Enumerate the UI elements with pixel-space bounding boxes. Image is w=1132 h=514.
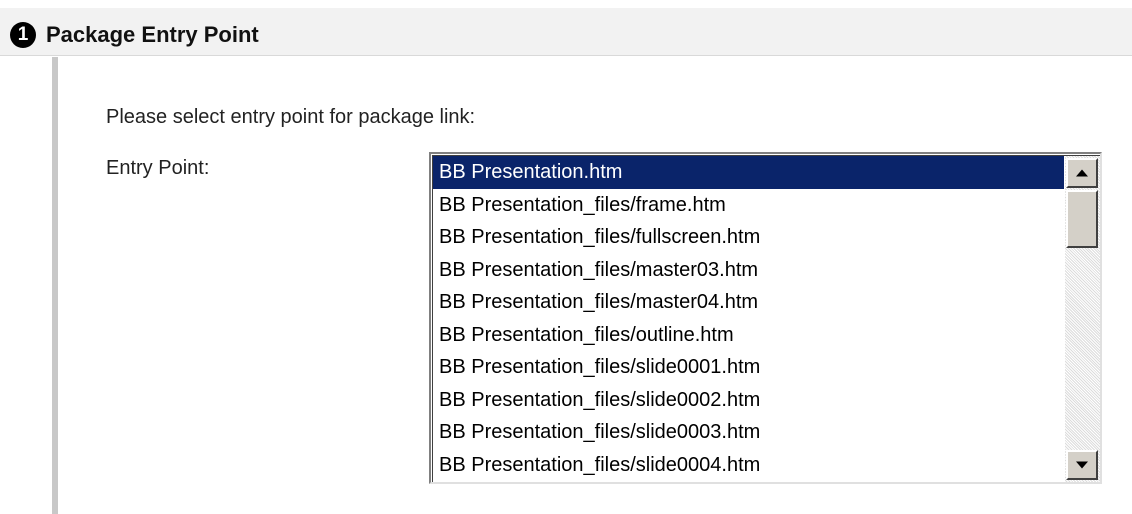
package-entry-point-page: 1 Package Entry Point Please select entr… xyxy=(0,0,1132,514)
step-header: 1 Package Entry Point xyxy=(0,8,1132,56)
list-item[interactable]: BB Presentation_files/slide0001.htm xyxy=(433,351,1064,384)
instruction-text: Please select entry point for package li… xyxy=(106,106,476,128)
list-item[interactable]: BB Presentation_files/frame.htm xyxy=(433,189,1064,222)
list-item[interactable]: BB Presentation_files/outline.htm xyxy=(433,319,1064,352)
list-item[interactable]: BB Presentation.htm xyxy=(433,156,1064,189)
list-item[interactable]: BB Presentation_files/master04.htm xyxy=(433,286,1064,319)
entry-point-listbox[interactable]: BB Presentation.htm BB Presentation_file… xyxy=(429,152,1102,484)
listbox-options: BB Presentation.htm BB Presentation_file… xyxy=(433,156,1064,482)
list-item[interactable]: BB Presentation_files/slide0002.htm xyxy=(433,384,1064,417)
step-rail xyxy=(52,57,58,514)
list-item[interactable]: BB Presentation_files/fullscreen.htm xyxy=(433,221,1064,254)
listbox-scrollbar[interactable] xyxy=(1065,156,1100,482)
scroll-down-button[interactable] xyxy=(1066,450,1098,480)
listbox-frame: BB Presentation.htm BB Presentation_file… xyxy=(432,155,1100,482)
scroll-up-arrow-icon xyxy=(1076,169,1088,177)
step-number-icon: 1 xyxy=(10,22,36,48)
scroll-thumb[interactable] xyxy=(1066,190,1098,248)
list-item[interactable]: BB Presentation_files/slide0004.htm xyxy=(433,449,1064,482)
scroll-up-button[interactable] xyxy=(1066,158,1098,188)
entry-point-label: Entry Point: xyxy=(106,157,210,179)
scroll-down-arrow-icon xyxy=(1076,461,1088,469)
list-item[interactable]: BB Presentation_files/slide0003.htm xyxy=(433,416,1064,449)
step-title: Package Entry Point xyxy=(46,22,259,47)
list-item[interactable]: BB Presentation_files/master03.htm xyxy=(433,254,1064,287)
